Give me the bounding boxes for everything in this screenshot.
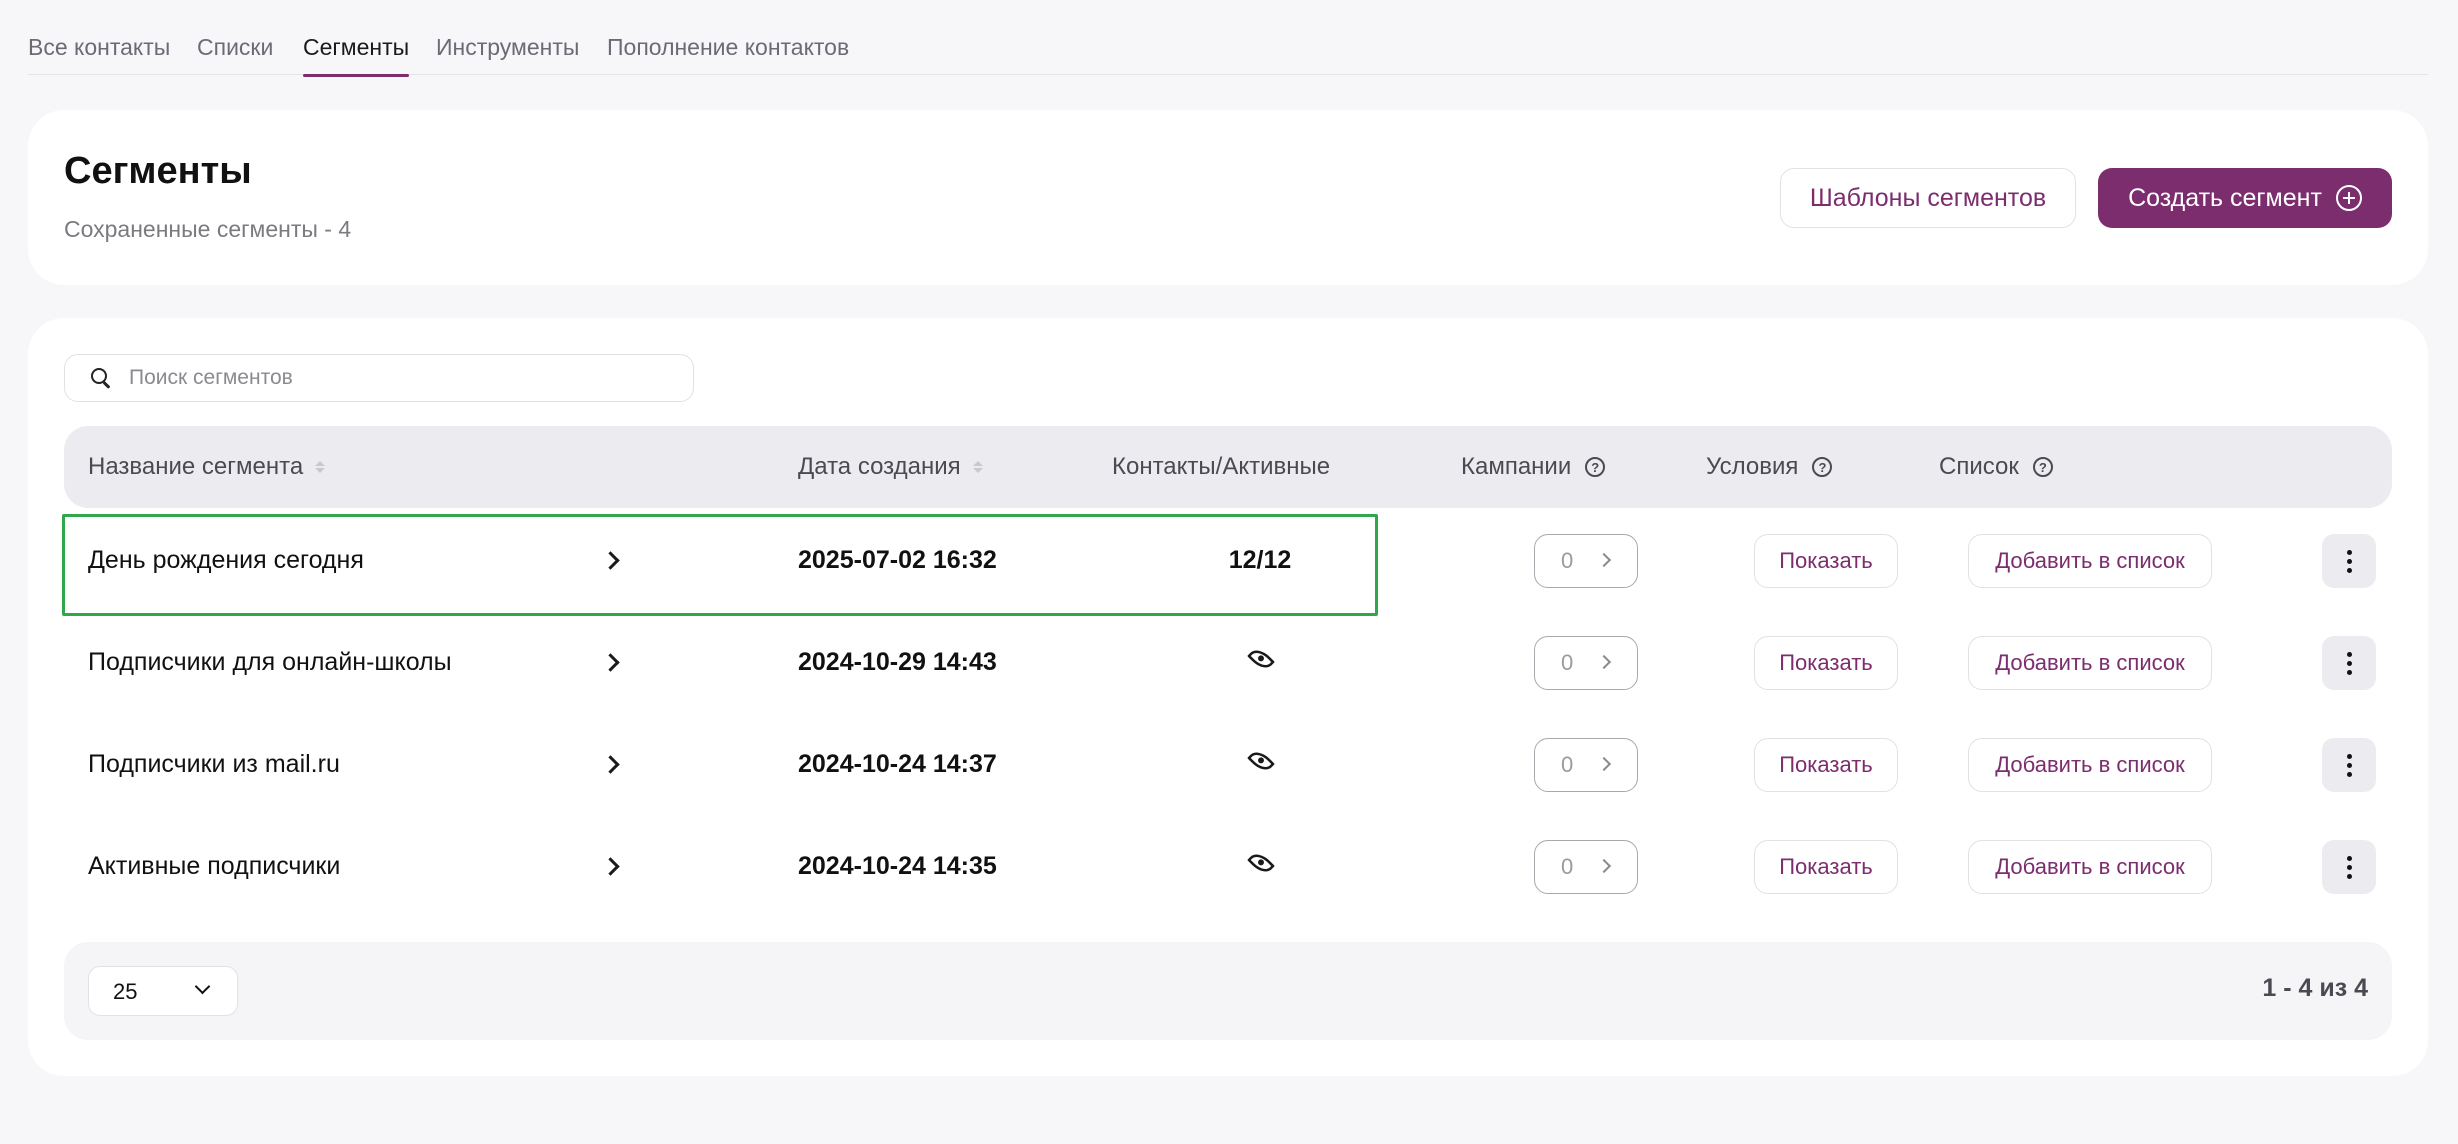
chevron-right-icon — [1596, 756, 1612, 772]
column-date-label: Дата создания — [798, 453, 961, 480]
tab-bar: Все контакты Списки Сегменты Инструменты… — [28, 0, 2428, 77]
create-segment-button[interactable]: Создать сегмент — [2098, 168, 2392, 228]
column-name-label: Название сегмента — [88, 453, 304, 480]
add-to-list-button[interactable]: Добавить в список — [1968, 738, 2212, 792]
campaigns-value: 0 — [1561, 650, 1574, 675]
chevron-down-icon — [194, 978, 211, 995]
search-box — [64, 354, 694, 402]
campaigns-count[interactable]: 0 — [1534, 636, 1638, 690]
chevron-right-icon[interactable] — [601, 653, 620, 672]
table-row: День рождения сегодня 2025-07-02 16:32 1… — [62, 514, 2392, 616]
segments-table-card: Название сегмента Дата создания Контакты… — [28, 318, 2428, 1076]
chevron-right-icon — [1596, 654, 1612, 670]
page-title: Сегменты — [64, 150, 252, 192]
more-options-button[interactable] — [2322, 840, 2376, 894]
more-options-button[interactable] — [2322, 738, 2376, 792]
table-row: Подписчики для онлайн-школы 2024-10-29 1… — [64, 616, 2392, 716]
plus-circle-icon — [2335, 185, 2362, 211]
add-to-list-button[interactable]: Добавить в список — [1968, 636, 2212, 690]
question-circle-icon[interactable]: ? — [1585, 457, 1606, 477]
sort-icon — [972, 461, 983, 473]
column-list-label: Список — [1939, 453, 2019, 480]
contacts-active-count: 12/12 — [1228, 546, 1292, 574]
saved-segments-count: Сохраненные сегменты - 4 — [64, 216, 352, 242]
segment-name: День рождения сегодня — [88, 546, 364, 574]
column-header-conditions: Условия ? — [1706, 451, 1833, 483]
table-row: Активные подписчики 2024-10-24 14:35 0 П… — [64, 820, 2392, 920]
chevron-right-icon — [1596, 552, 1612, 568]
creation-date: 2024-10-24 14:37 — [798, 750, 997, 778]
campaigns-value: 0 — [1561, 854, 1574, 879]
question-circle-icon[interactable]: ? — [1812, 457, 1833, 477]
table-header: Название сегмента Дата создания Контакты… — [64, 426, 2392, 508]
tab-all-contacts[interactable]: Все контакты — [28, 30, 170, 64]
segment-templates-button[interactable]: Шаблоны сегментов — [1780, 168, 2076, 228]
eye-icon[interactable] — [1247, 849, 1275, 877]
column-contacts-label: Контакты/Активные — [1112, 453, 1331, 480]
more-options-button[interactable] — [2322, 636, 2376, 690]
creation-date: 2024-10-24 14:35 — [798, 852, 997, 880]
more-options-button[interactable] — [2322, 534, 2376, 588]
tab-segments[interactable]: Сегменты — [303, 30, 410, 77]
segment-name: Подписчики из mail.ru — [88, 750, 340, 778]
add-to-list-button[interactable]: Добавить в список — [1968, 840, 2212, 894]
column-conditions-label: Условия — [1706, 453, 1799, 480]
header-card: Сегменты Сохраненные сегменты - 4 Шаблон… — [28, 110, 2428, 285]
column-header-contacts: Контакты/Активные — [1112, 451, 1330, 483]
search-icon — [91, 368, 107, 384]
campaigns-count[interactable]: 0 — [1534, 534, 1638, 588]
create-segment-label: Создать сегмент — [2128, 183, 2322, 212]
column-campaigns-label: Кампании — [1461, 453, 1572, 480]
column-header-list: Список ? — [1939, 451, 2053, 483]
sort-icon — [315, 461, 326, 473]
table-footer: 25 1 - 4 из 4 — [64, 942, 2392, 1040]
segment-name: Подписчики для онлайн-школы — [88, 648, 452, 676]
page-size-select[interactable]: 25 — [88, 966, 238, 1016]
chevron-right-icon[interactable] — [601, 551, 620, 570]
show-conditions-button[interactable]: Показать — [1754, 840, 1898, 894]
campaigns-count[interactable]: 0 — [1534, 738, 1638, 792]
creation-date: 2024-10-29 14:43 — [798, 648, 997, 676]
show-conditions-button[interactable]: Показать — [1754, 738, 1898, 792]
tab-contacts-replenishment[interactable]: Пополнение контактов — [607, 30, 849, 64]
eye-icon[interactable] — [1247, 747, 1275, 775]
column-header-date[interactable]: Дата создания — [798, 451, 983, 483]
tab-tools[interactable]: Инструменты — [436, 30, 579, 64]
chevron-right-icon — [1596, 858, 1612, 874]
add-to-list-button[interactable]: Добавить в список — [1968, 534, 2212, 588]
campaigns-value: 0 — [1561, 752, 1574, 777]
chevron-right-icon[interactable] — [601, 857, 620, 876]
eye-icon[interactable] — [1247, 645, 1275, 673]
pagination-info: 1 - 4 из 4 — [2262, 974, 2368, 1002]
tab-lists[interactable]: Списки — [197, 30, 273, 64]
creation-date: 2025-07-02 16:32 — [798, 546, 997, 574]
campaigns-value: 0 — [1561, 548, 1574, 573]
show-conditions-button[interactable]: Показать — [1754, 534, 1898, 588]
table-row: Подписчики из mail.ru 2024-10-24 14:37 0… — [64, 718, 2392, 818]
column-header-campaigns: Кампании ? — [1461, 451, 1606, 483]
search-input[interactable] — [129, 363, 669, 393]
chevron-right-icon[interactable] — [601, 755, 620, 774]
question-circle-icon[interactable]: ? — [2032, 457, 2053, 477]
segment-name: Активные подписчики — [88, 852, 341, 880]
page-size-value: 25 — [113, 979, 138, 1004]
campaigns-count[interactable]: 0 — [1534, 840, 1638, 894]
column-header-name[interactable]: Название сегмента — [88, 451, 326, 483]
show-conditions-button[interactable]: Показать — [1754, 636, 1898, 690]
